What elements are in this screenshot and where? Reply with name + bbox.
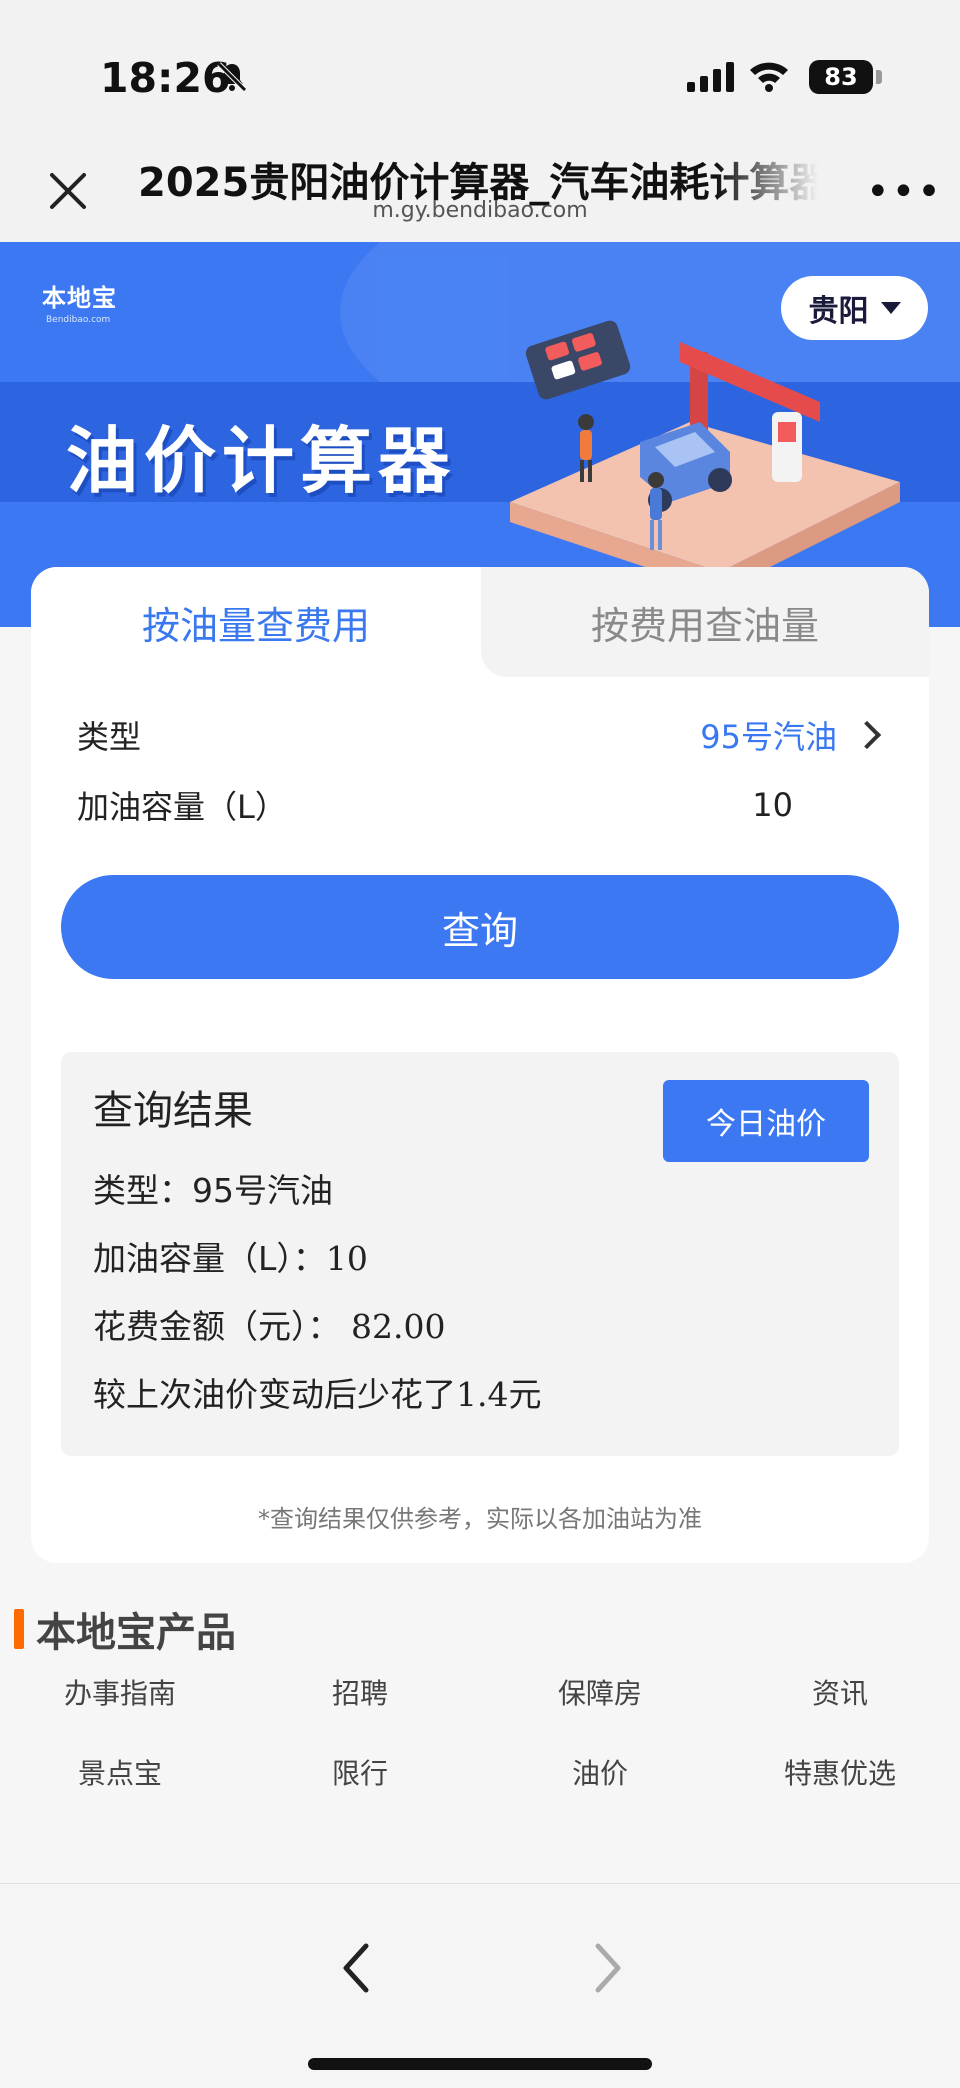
logo-text: 本地宝 (42, 284, 117, 312)
query-button[interactable]: 查询 (61, 875, 899, 979)
products-title: 本地宝产品 (36, 1610, 236, 1656)
tab-bar: 按油量查费用 按费用查油量 (31, 567, 929, 677)
result-change: 较上次油价变动后少花了1.4元 (93, 1368, 541, 1416)
today-price-button[interactable]: 今日油价 (663, 1080, 869, 1162)
result-volume-value: 10 (325, 1239, 368, 1278)
logo-subtext: Bendibao.com (46, 315, 111, 325)
section-bar (14, 1609, 24, 1649)
result-type-label: 类型： (93, 1171, 192, 1210)
result-volume-label: 加油容量（L）： (93, 1239, 326, 1278)
result-title: 查询结果 (93, 1088, 253, 1134)
forward-icon[interactable] (588, 1940, 628, 1996)
volume-input[interactable]: 10 (752, 786, 887, 824)
products-heading: 本地宝产品 (14, 1600, 236, 1658)
browser-bar: 2025贵阳油价计算器_汽车油耗计算器 m.gy.bendibao.com ••… (0, 130, 960, 242)
bell-slash-icon (217, 62, 247, 92)
volume-row: 加油容量（L） 10 (77, 775, 887, 835)
status-time: 18:26 (100, 54, 231, 102)
result-type: 类型：95号汽油 (93, 1164, 333, 1212)
result-change-text: 较上次油价变动后少花了 (93, 1375, 456, 1414)
tab-by-volume[interactable]: 按油量查费用 (31, 567, 481, 677)
battery-tip (876, 70, 882, 84)
result-cost-value: 82.00 (351, 1307, 446, 1346)
more-icon[interactable]: ••• (866, 172, 943, 212)
result-type-value: 95号汽油 (192, 1171, 333, 1210)
product-link[interactable]: 特惠优选 (720, 1752, 960, 1792)
result-volume: 加油容量（L）：10 (93, 1232, 368, 1280)
product-link[interactable]: 限行 (240, 1752, 480, 1792)
browser-toolbar (0, 1883, 960, 2088)
product-link[interactable]: 油价 (480, 1752, 720, 1792)
calculator-card: 按油量查费用 按费用查油量 类型 95号汽油 加油容量（L） 10 查询 查询结… (31, 567, 929, 1563)
type-label: 类型 (77, 718, 142, 756)
result-cost: 花费金额（元）： 82.00 (93, 1300, 445, 1348)
tab-by-cost[interactable]: 按费用查油量 (481, 567, 929, 677)
result-change-unit: 元 (508, 1375, 542, 1414)
result-change-value: 1.4 (456, 1375, 509, 1414)
back-icon[interactable] (336, 1940, 376, 1996)
product-link[interactable]: 景点宝 (0, 1752, 240, 1792)
wifi-icon (750, 62, 788, 92)
disclaimer: *查询结果仅供参考，实际以各加油站为准 (258, 1505, 702, 1533)
type-row[interactable]: 类型 95号汽油 (77, 705, 887, 765)
type-value: 95号汽油 (700, 718, 837, 756)
result-cost-label: 花费金额（元）： (93, 1307, 341, 1346)
banner-title: 油价计算器 (66, 419, 457, 503)
signal-icon (687, 62, 734, 92)
home-indicator (308, 2058, 652, 2070)
product-link[interactable]: 资讯 (720, 1672, 960, 1712)
status-bar: 18:26 83 (0, 0, 960, 150)
volume-label: 加油容量（L） (77, 788, 287, 826)
type-select[interactable]: 95号汽油 (700, 712, 887, 758)
product-link[interactable]: 招聘 (240, 1672, 480, 1712)
result-panel: 查询结果 今日油价 类型：95号汽油 加油容量（L）：10 花费金额（元）： 8… (61, 1052, 899, 1456)
chevron-right-icon (852, 720, 882, 750)
product-link[interactable]: 保障房 (480, 1672, 720, 1712)
product-link[interactable]: 办事指南 (0, 1672, 240, 1712)
logo[interactable]: 本地宝 Bendibao.com (42, 278, 117, 325)
battery-indicator: 83 (809, 60, 873, 94)
page-url[interactable]: m.gy.bendibao.com (0, 198, 960, 223)
